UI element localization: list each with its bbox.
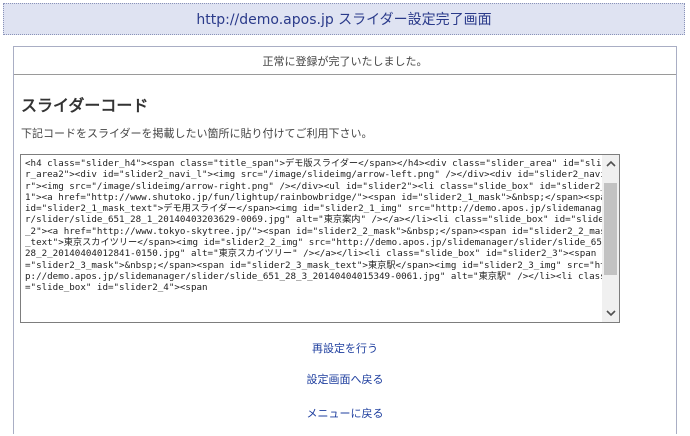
chevron-down-icon[interactable] (602, 305, 619, 322)
back-to-menu-link[interactable]: メニューに戻る (14, 405, 676, 422)
back-to-settings-link[interactable]: 設定画面へ戻る (14, 371, 676, 388)
success-message-text: 正常に登録が完了いたしました。 (262, 54, 428, 68)
section-title: スライダーコード (21, 96, 149, 115)
instruction-text: 下記コードをスライダーを掲載したい箇所に貼り付けてご利用下さい。 (21, 127, 373, 140)
page-title: http://demo.apos.jp スライダー設定完了画面 (196, 12, 492, 28)
reset-link[interactable]: 再設定を行う (14, 340, 676, 357)
slider-code-textarea[interactable]: <h4 class="slider_h4"><span class="title… (20, 154, 620, 323)
success-message: 正常に登録が完了いたしました。 (14, 47, 676, 75)
content-panel: 正常に登録が完了いたしました。 スライダーコード 下記コードをスライダーを掲載し… (13, 46, 677, 434)
page-header: http://demo.apos.jp スライダー設定完了画面 (3, 3, 685, 35)
code-scrollbar[interactable] (602, 155, 619, 322)
chevron-up-icon[interactable] (602, 155, 619, 172)
scroll-thumb[interactable] (604, 183, 617, 275)
